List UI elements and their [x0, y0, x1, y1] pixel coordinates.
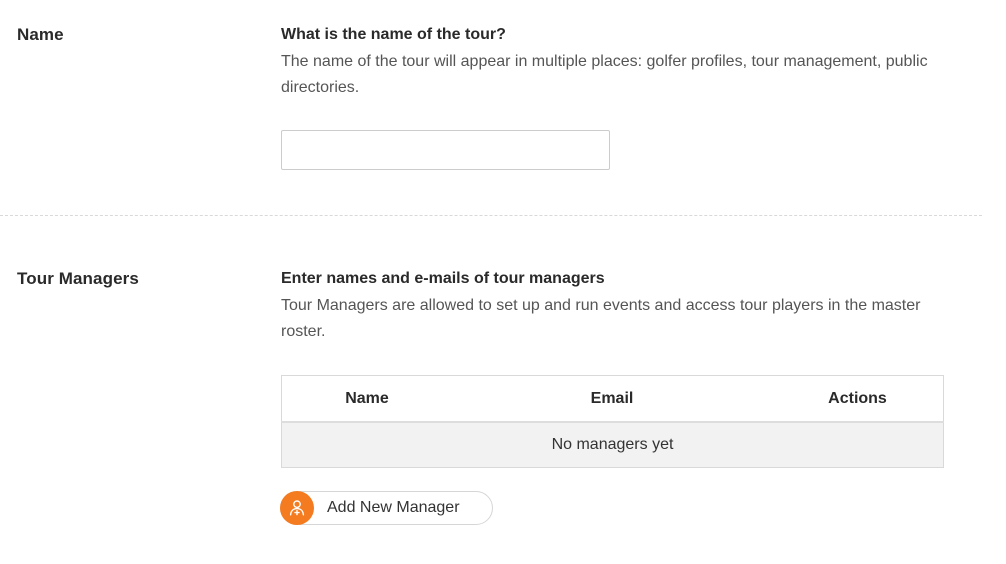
tour-managers-help-text: Tour Managers are allowed to set up and …	[281, 297, 921, 340]
tour-managers-section-label: Tour Managers	[17, 269, 139, 288]
column-header-name: Name	[281, 375, 452, 423]
table-header-row: Name Email Actions	[281, 375, 944, 423]
name-field-block: What is the name of the tour? The name o…	[281, 25, 961, 101]
name-section-label: Name	[17, 25, 64, 44]
tour-name-input[interactable]	[281, 130, 610, 170]
add-new-manager-button[interactable]: Add New Manager	[280, 491, 493, 525]
section-divider	[0, 215, 982, 216]
tour-managers-question: Enter names and e-mails of tour managers	[281, 270, 605, 287]
tour-managers-section: Tour Managers Enter names and e-mails of…	[0, 230, 1006, 564]
managers-table: Name Email Actions No managers yet	[281, 375, 944, 468]
column-header-actions: Actions	[772, 375, 944, 423]
add-user-icon	[280, 491, 314, 525]
column-header-email: Email	[452, 375, 772, 423]
tour-managers-field-block: Enter names and e-mails of tour managers…	[281, 269, 961, 345]
table-row: No managers yet	[281, 422, 944, 468]
add-new-manager-label: Add New Manager	[327, 499, 460, 516]
name-section: Name What is the name of the tour? The n…	[0, 0, 1006, 215]
empty-table-message: No managers yet	[281, 422, 944, 468]
name-question: What is the name of the tour?	[281, 26, 506, 43]
name-help-text: The name of the tour will appear in mult…	[281, 53, 928, 96]
